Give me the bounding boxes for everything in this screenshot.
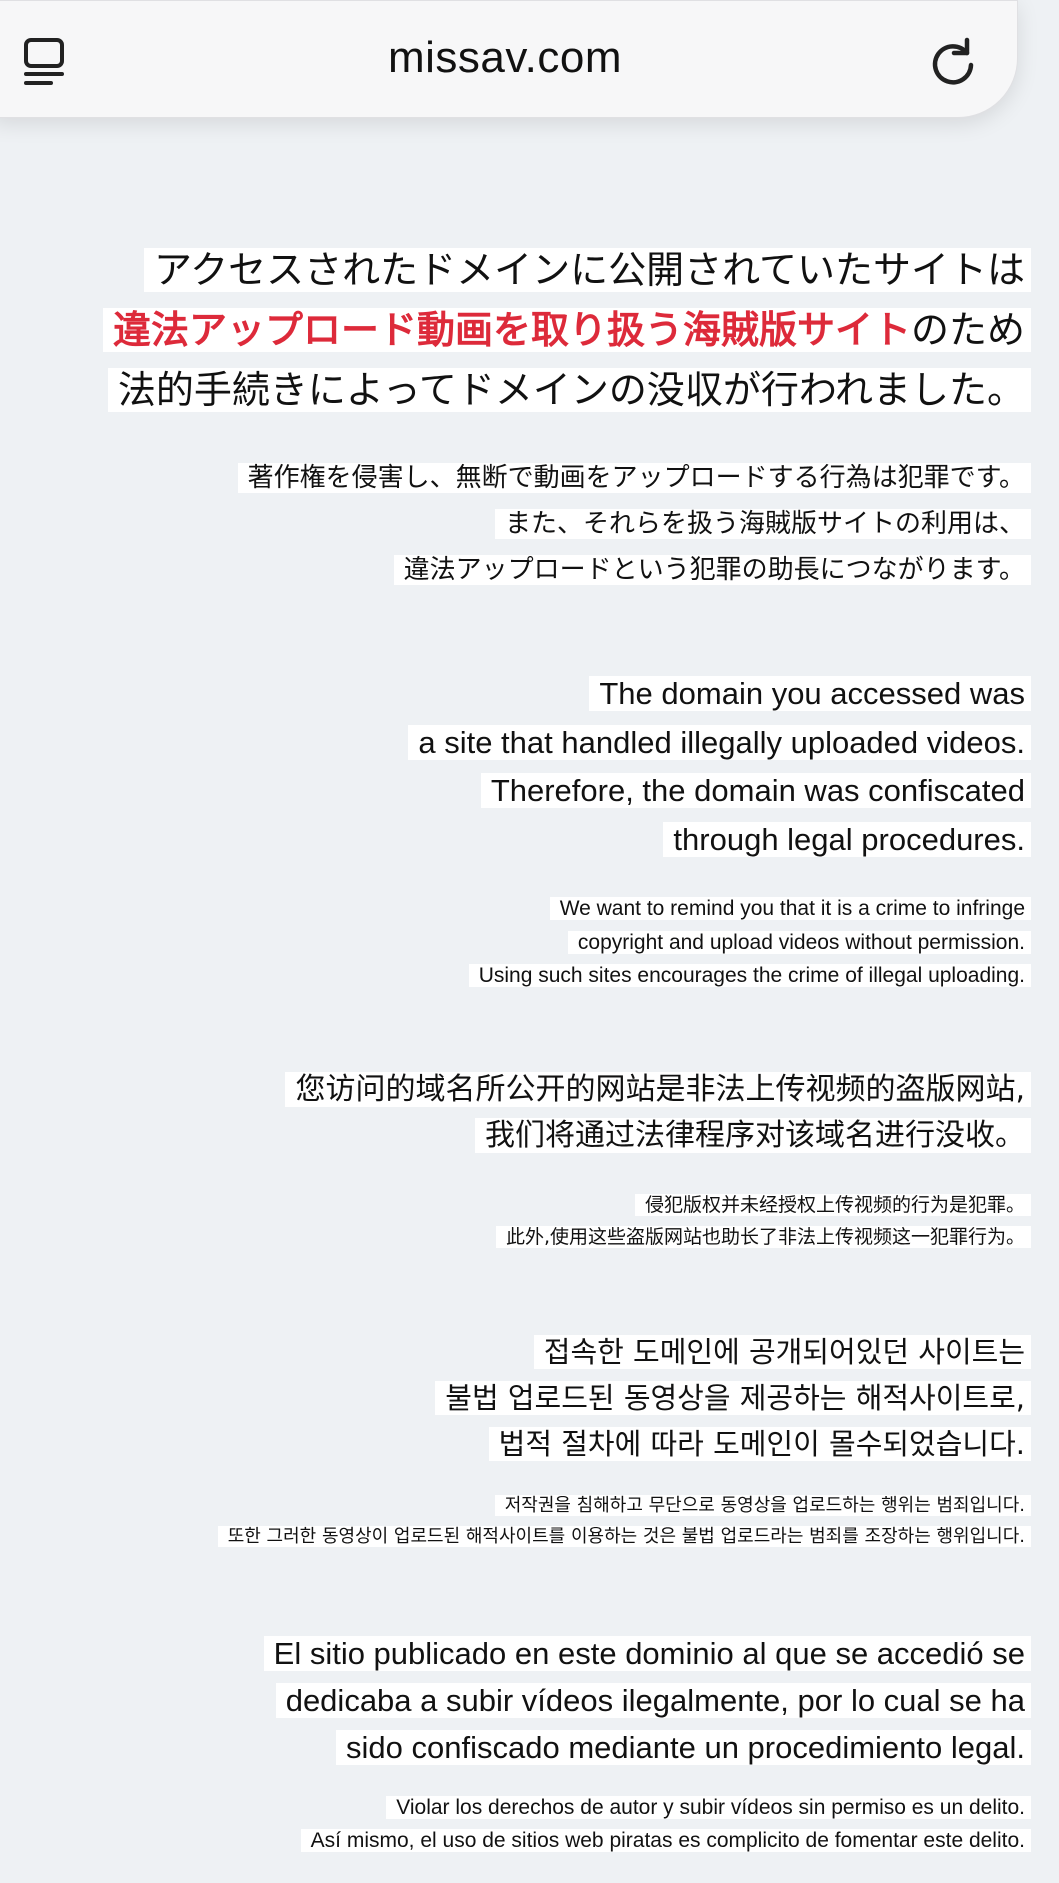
japanese-headline-red-text: 違法アップロード動画を取り扱う海賊版サイト [112, 308, 911, 352]
url-field[interactable]: missav.com [0, 33, 1017, 83]
chinese-body: 侵犯版权并未经授权上传视频的行为是犯罪。 此外,使用这些盗版网站也助长了非法上传… [0, 1189, 1031, 1253]
japanese-body-line3: 違法アップロードという犯罪の助長につながります。 [393, 555, 1031, 585]
korean-headline-line3: 법적 절차에 따라 도메인이 몰수되었습니다. [488, 1427, 1031, 1461]
chinese-headline: 您访问的域名所公开的网站是非法上传视频的盗版网站, 我们将通过法律程序对该域名进… [0, 1067, 1031, 1159]
korean-headline-line2: 불법 업로드된 동영상을 제공하는 해적사이트로, [435, 1381, 1031, 1415]
english-body-line3: Using such sites encourages the crime of… [468, 964, 1031, 987]
chinese-body-line2: 此外,使用这些盗版网站也助长了非法上传视频这一犯罪行为。 [495, 1226, 1031, 1248]
chinese-headline-line2: 我们将通过法律程序对该域名进行没收。 [475, 1118, 1031, 1153]
english-headline-line1: The domain you accessed was [589, 676, 1031, 711]
spanish-body: Violar los derechos de autor y subir víd… [0, 1791, 1031, 1857]
english-body: We want to remind you that it is a crime… [0, 892, 1031, 993]
korean-body-line2: 또한 그러한 동영상이 업로드된 해적사이트를 이용하는 것은 불법 업로드라는… [217, 1526, 1031, 1547]
english-headline: The domain you accessed was a site that … [0, 670, 1031, 864]
spanish-body-line1: Violar los derechos de autor y subir víd… [386, 1796, 1031, 1819]
spanish-headline-line1: El sitio publicado en este dominio al qu… [263, 1636, 1031, 1671]
spanish-headline-line3: sido confiscado mediante un procedimient… [336, 1730, 1031, 1765]
japanese-headline: アクセスされたドメインに公開されていたサイトは 違法アップロード動画を取り扱う海… [0, 240, 1031, 420]
english-body-line1: We want to remind you that it is a crime… [549, 897, 1031, 920]
japanese-headline-line1: アクセスされたドメインに公開されていたサイトは [144, 248, 1031, 292]
japanese-body-line2: また、それらを扱う海賊版サイトの利用は、 [494, 509, 1031, 539]
chinese-body-line1: 侵犯版权并未经授权上传视频的行为是犯罪。 [634, 1194, 1031, 1216]
japanese-headline-line2-tail: のため [910, 308, 1025, 352]
japanese-headline-line3: 法的手続きによってドメインの没収が行われました。 [107, 368, 1031, 412]
korean-headline: 접속한 도메인에 공개되어있던 사이트는 불법 업로드된 동영상을 제공하는 해… [0, 1329, 1031, 1467]
korean-body-line1: 저작권을 침해하고 무단으로 동영상을 업로드하는 행위는 범죄입니다. [494, 1495, 1031, 1516]
english-headline-line2: a site that handled illegally uploaded v… [408, 724, 1031, 760]
english-body-line2: copyright and upload videos without perm… [567, 930, 1031, 954]
japanese-body-line1: 著作権を侵害し、無断で動画をアップロードする行為は犯罪です。 [237, 463, 1031, 493]
spanish-body-line2: Así mismo, el uso de sitios web piratas … [300, 1829, 1031, 1852]
japanese-body: 著作権を侵害し、無断で動画をアップロードする行為は犯罪です。 また、それらを扱う… [0, 455, 1031, 593]
english-headline-line4: through legal procedures. [663, 821, 1031, 857]
english-headline-line3: Therefore, the domain was confiscated [480, 773, 1031, 808]
spanish-headline-line2: dedicaba a subir vídeos ilegalmente, por… [275, 1683, 1031, 1718]
chinese-headline-line1: 您访问的域名所公开的网站是非法上传视频的盗版网站, [285, 1072, 1031, 1107]
browser-address-bar: missav.com [0, 0, 1018, 118]
reload-icon[interactable] [927, 35, 979, 87]
korean-headline-line1: 접속한 도메인에 공개되어있던 사이트는 [533, 1335, 1031, 1369]
spanish-headline: El sitio publicado en este dominio al qu… [0, 1630, 1031, 1771]
korean-body: 저작권을 침해하고 무단으로 동영상을 업로드하는 행위는 범죄입니다. 또한 … [0, 1490, 1031, 1552]
